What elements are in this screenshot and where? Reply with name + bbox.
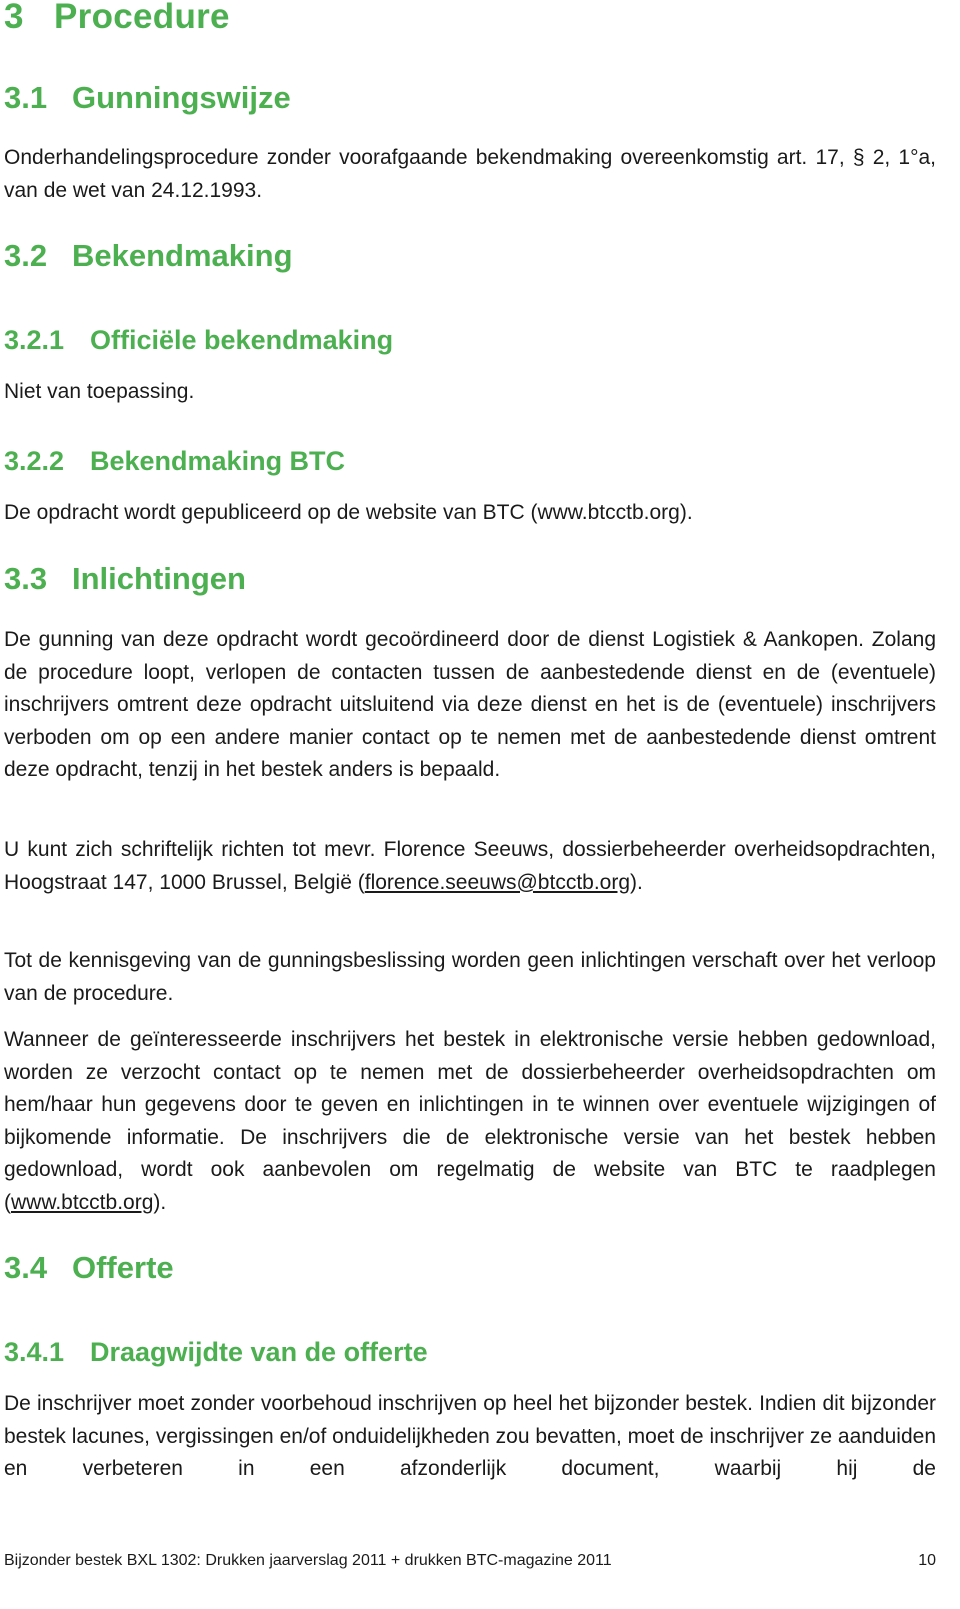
heading-title: Bekendmaking — [72, 238, 293, 273]
paren-close: ). — [630, 870, 643, 894]
heading-3-3-inlichtingen: 3.3 Inlichtingen — [4, 561, 246, 597]
heading-number: 3.2 — [4, 238, 48, 273]
heading-3-4-offerte: 3.4 Offerte — [4, 1250, 174, 1286]
paragraph-inlichtingen-coordination: De gunning van deze opdracht wordt gecoö… — [4, 628, 936, 782]
paragraph-officiele-bekendmaking: Niet van toepassing. — [4, 380, 195, 403]
website-link[interactable]: www.btcctb.org — [11, 1191, 153, 1214]
paragraph-gunningswijze: Onderhandelingsprocedure zonder voorafga… — [4, 146, 936, 202]
heading-3-2-2-bekendmaking-btc: 3.2.2 Bekendmaking BTC — [4, 446, 345, 477]
heading-number: 3.1 — [4, 80, 48, 115]
heading-title: Draagwijdte van de offerte — [90, 1337, 428, 1367]
heading-number: 3.3 — [4, 561, 48, 596]
heading-number: 3.2.2 — [4, 446, 65, 476]
heading-number: 3.2.1 — [4, 325, 65, 355]
paragraph-bekendmaking-btc: De opdracht wordt gepubliceerd op de web… — [4, 501, 693, 524]
heading-title: Inlichtingen — [72, 561, 246, 596]
paragraph-electronic-download: Wanneer de geïnteresseerde inschrijvers … — [4, 1024, 936, 1220]
heading-3-1-gunningswijze: 3.1 Gunningswijze — [4, 80, 291, 116]
heading-3-procedure: 3 Procedure — [4, 0, 230, 37]
heading-3-4-1-draagwijdte: 3.4.1 Draagwijdte van de offerte — [4, 1337, 428, 1368]
heading-title: Bekendmaking BTC — [90, 446, 346, 476]
email-link[interactable]: florence.seeuws@btcctb.org — [365, 871, 630, 894]
heading-3-2-1-officiele-bekendmaking: 3.2.1 Officiële bekendmaking — [4, 325, 393, 356]
paragraph-contact-person: U kunt zich schriftelijk richten tot mev… — [4, 834, 936, 899]
paren-open: ( — [357, 870, 365, 894]
heading-title: Procedure — [54, 0, 230, 36]
paragraph-no-information: Tot de kennisgeving van de gunningsbesli… — [4, 949, 936, 1005]
page-number: 10 — [918, 1552, 936, 1569]
heading-3-2-bekendmaking: 3.2 Bekendmaking — [4, 238, 293, 274]
heading-number: 3.4 — [4, 1250, 48, 1285]
heading-title: Offerte — [72, 1250, 174, 1285]
heading-number: 3.4.1 — [4, 1337, 65, 1367]
paren-close: ). — [153, 1190, 167, 1214]
heading-title: Gunningswijze — [72, 80, 291, 115]
page-footer: Bijzonder bestek BXL 1302: Drukken jaarv… — [4, 1552, 936, 1570]
heading-title: Officiële bekendmaking — [90, 325, 394, 355]
download-text: Wanneer de geïnteresseerde inschrijvers … — [4, 1028, 936, 1214]
footer-title: Bijzonder bestek BXL 1302: Drukken jaarv… — [4, 1552, 612, 1569]
heading-number: 3 — [4, 0, 24, 36]
paragraph-draagwijdte: De inschrijver moet zonder voorbehoud in… — [4, 1392, 936, 1481]
